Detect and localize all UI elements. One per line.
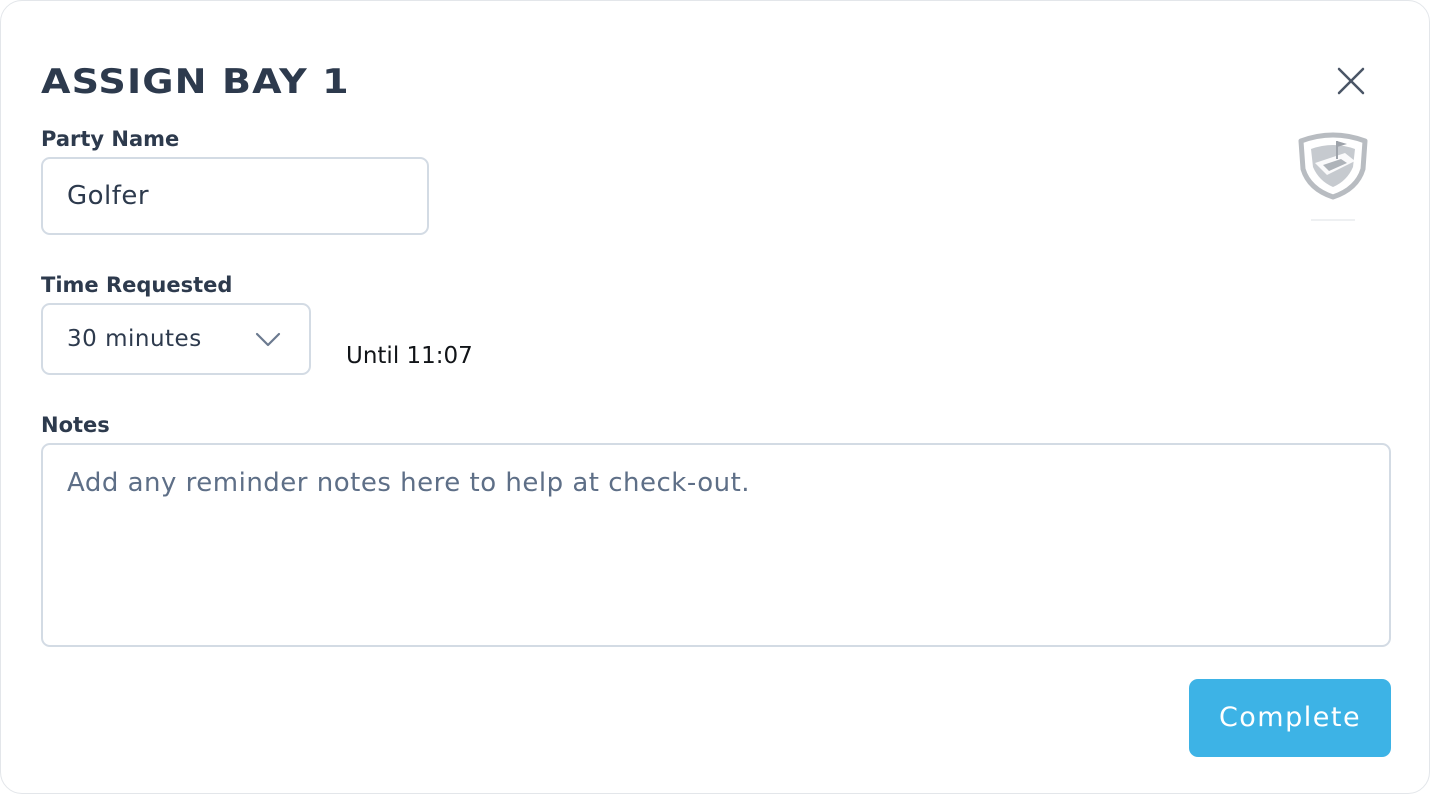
notes-label: Notes bbox=[41, 413, 110, 437]
close-button[interactable] bbox=[1331, 61, 1371, 101]
assign-bay-dialog: ASSIGN BAY 1 Party Name Golfer Time Requ… bbox=[0, 0, 1430, 794]
notes-placeholder: Add any reminder notes here to help at c… bbox=[67, 468, 751, 498]
party-name-value: Golfer bbox=[67, 181, 150, 211]
chevron-down-icon bbox=[255, 332, 281, 347]
time-requested-value: 30 minutes bbox=[67, 326, 202, 352]
close-icon bbox=[1337, 67, 1365, 95]
time-requested-label: Time Requested bbox=[41, 273, 233, 297]
party-name-label: Party Name bbox=[41, 127, 180, 151]
topgolf-shield-logo-icon bbox=[1297, 131, 1369, 223]
notes-textarea[interactable]: Add any reminder notes here to help at c… bbox=[41, 443, 1391, 647]
time-requested-select[interactable]: 30 minutes bbox=[41, 303, 311, 375]
dialog-title: ASSIGN BAY 1 bbox=[41, 62, 350, 102]
complete-button[interactable]: Complete bbox=[1189, 679, 1391, 757]
until-time-text: Until 11:07 bbox=[346, 343, 473, 369]
party-name-input[interactable]: Golfer bbox=[41, 157, 429, 235]
